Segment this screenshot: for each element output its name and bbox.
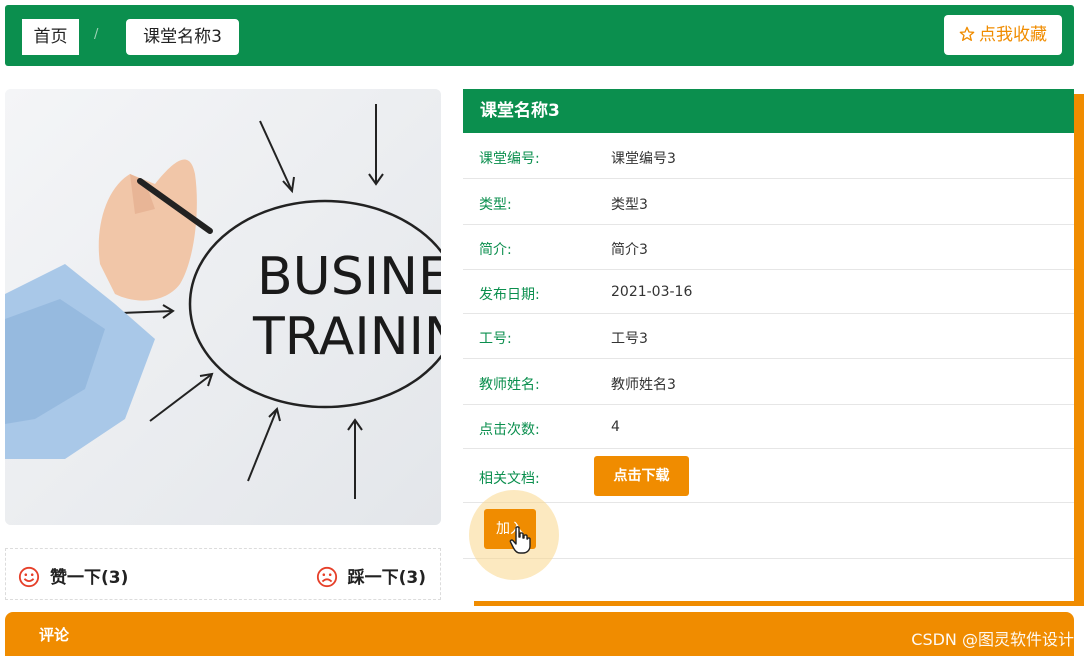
detail-key: 相关文档:: [479, 471, 540, 487]
dislike-label: 踩一下(3): [347, 568, 426, 588]
hand-pointer-icon: [509, 526, 531, 554]
detail-key: 发布日期:: [479, 287, 540, 303]
hero-text-line1: BUSINES: [257, 247, 441, 307]
detail-row: 点击次数: 4: [463, 405, 1074, 449]
detail-key: 简介:: [479, 242, 512, 258]
detail-value: 类型3: [611, 197, 648, 213]
detail-row: 简介: 简介3: [463, 225, 1074, 270]
course-image: BUSINES TRAININ: [5, 89, 441, 525]
detail-key: 类型:: [479, 197, 512, 213]
detail-key: 点击次数:: [479, 422, 540, 438]
top-navigation-bar: 首页 / 课堂名称3 点我收藏: [5, 5, 1074, 66]
breadcrumb-home[interactable]: 首页: [22, 19, 79, 55]
dislike-button[interactable]: 踩一下(3): [316, 563, 426, 588]
breadcrumb-current[interactable]: 课堂名称3: [126, 19, 239, 55]
favorite-button[interactable]: 点我收藏: [944, 15, 1062, 55]
like-button[interactable]: 赞一下(3): [18, 563, 128, 588]
detail-row: 发布日期: 2021-03-16: [463, 270, 1074, 314]
detail-key: 工号:: [479, 331, 512, 347]
sad-face-icon: [316, 566, 337, 588]
favorite-label: 点我收藏: [979, 25, 1047, 45]
detail-key: 课堂编号:: [479, 151, 540, 167]
detail-value: 教师姓名3: [611, 377, 676, 393]
detail-value: 工号3: [611, 331, 648, 347]
download-button[interactable]: 点击下载: [594, 456, 689, 496]
panel-title: 课堂名称3: [463, 89, 1074, 133]
vote-bar: 赞一下(3) 踩一下(3): [5, 548, 441, 600]
detail-row: 相关文档: 点击下载: [463, 449, 1074, 503]
detail-value: 简介3: [611, 242, 648, 258]
comment-label: 评论: [39, 626, 70, 644]
detail-row: 教师姓名: 教师姓名3: [463, 359, 1074, 405]
detail-row: 工号: 工号3: [463, 314, 1074, 359]
course-detail-panel: 课堂名称3 课堂编号: 课堂编号3 类型: 类型3 简介: 简介3 发布日期: …: [463, 89, 1074, 601]
hero-text-line2: TRAININ: [252, 307, 441, 367]
like-label: 赞一下(3): [50, 568, 129, 588]
detail-value: 4: [611, 419, 620, 435]
smile-face-icon: [18, 566, 40, 588]
detail-row: 课堂编号: 课堂编号3: [463, 133, 1074, 179]
watermark: CSDN @图灵软件设计: [911, 630, 1074, 649]
detail-row: 类型: 类型3: [463, 179, 1074, 225]
star-outline-icon: [959, 26, 975, 41]
breadcrumb-separator: /: [94, 27, 99, 42]
detail-value: 2021-03-16: [611, 284, 693, 300]
detail-value: 课堂编号3: [611, 151, 676, 167]
click-highlight: 加入: [469, 490, 559, 580]
detail-key: 教师姓名:: [479, 377, 540, 393]
